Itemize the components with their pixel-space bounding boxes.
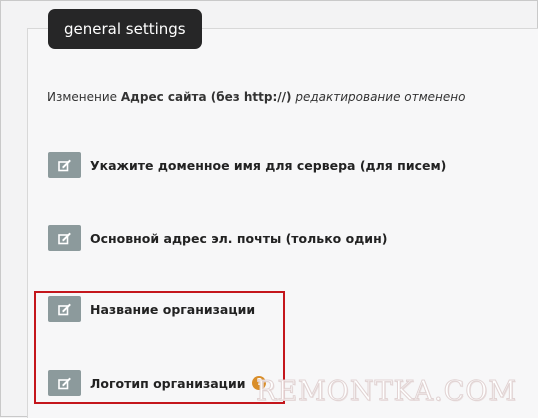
notice-prefix: Изменение [47,90,121,104]
edit-email-button[interactable] [48,225,81,251]
edit-icon [58,232,71,244]
notice-field: Адрес сайта (без http://) [120,90,292,104]
highlight-box [34,291,285,404]
setting-label-email: Основной адрес эл. почты (только один) [90,230,388,246]
setting-row-email: Основной адрес эл. почты (только один) [48,225,387,251]
tab-general-settings[interactable]: general settings [48,9,202,49]
watermark: REMONTKA.COM [255,376,518,408]
notice-suffix: редактирование отменено [291,90,466,104]
edit-domain-button[interactable] [48,152,81,178]
status-notice: Изменение Адрес сайта (без http://) реда… [47,90,465,104]
setting-label-domain: Укажите доменное имя для сервера (для пи… [90,157,447,173]
edit-icon [58,159,71,171]
setting-row-domain: Укажите доменное имя для сервера (для пи… [48,152,446,178]
